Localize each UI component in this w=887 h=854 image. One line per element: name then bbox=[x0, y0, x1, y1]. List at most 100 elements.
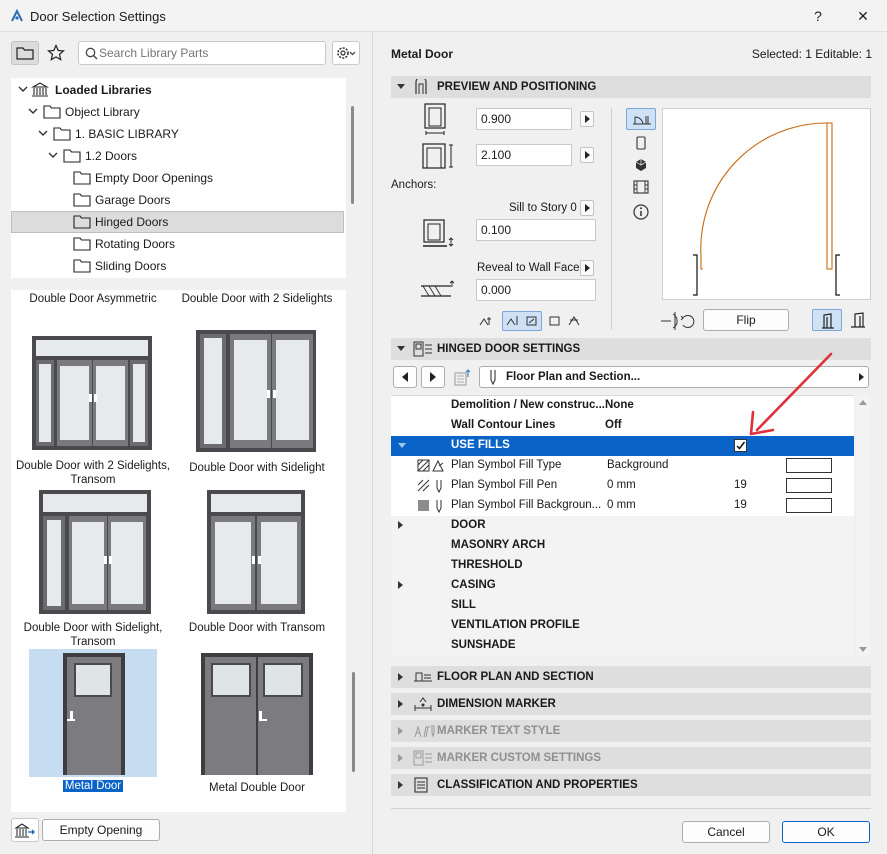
tree-item-rotating-doors[interactable]: Rotating Doors bbox=[11, 233, 344, 255]
mirror-rotate-icon[interactable] bbox=[659, 310, 699, 332]
library-item[interactable]: Double Door with Sidelight bbox=[177, 330, 337, 475]
tree-item-label: 1.2 Doors bbox=[85, 149, 138, 163]
param-group-ventilation-profile[interactable]: VENTILATION PROFILE bbox=[391, 616, 854, 636]
chevron-down-icon[interactable] bbox=[17, 83, 29, 95]
section-view-icon[interactable] bbox=[634, 135, 648, 151]
param-value[interactable]: 0 mm bbox=[607, 499, 636, 511]
ok-button[interactable]: OK bbox=[782, 821, 870, 843]
empty-opening-button[interactable]: Empty Opening bbox=[42, 819, 160, 841]
param-row-use-fills[interactable]: USE FILLS bbox=[391, 436, 854, 456]
library-arrow-icon bbox=[14, 823, 35, 838]
param-group-sill[interactable]: SILL bbox=[391, 596, 854, 616]
prev-page-button[interactable] bbox=[393, 366, 417, 388]
pen-number[interactable]: 19 bbox=[734, 499, 747, 511]
library-item[interactable]: Double Door with 2 Sidelights bbox=[177, 292, 337, 306]
section-preview-positioning[interactable]: PREVIEW AND POSITIONING bbox=[391, 76, 871, 98]
tree-item-garage-doors[interactable]: Garage Doors bbox=[11, 189, 344, 211]
opening-side-left-button[interactable] bbox=[812, 309, 842, 331]
tree-item-basic-library[interactable]: 1. BASIC LIBRARY bbox=[11, 123, 344, 145]
fill-type-swatch[interactable] bbox=[786, 458, 832, 473]
library-item[interactable]: Metal Double Door bbox=[177, 649, 337, 795]
param-value[interactable]: 0 mm bbox=[607, 479, 636, 491]
scroll-up-icon[interactable] bbox=[859, 399, 867, 405]
fill-background-swatch[interactable] bbox=[786, 498, 832, 513]
grid-scrollbar[interactable] bbox=[352, 672, 355, 772]
cancel-button[interactable]: Cancel bbox=[682, 821, 770, 843]
library-item-selected[interactable]: Metal Door bbox=[29, 649, 157, 792]
door-side-right-icon[interactable] bbox=[849, 311, 869, 329]
reveal-anchor-button[interactable] bbox=[580, 260, 594, 276]
flip-button[interactable]: Flip bbox=[703, 309, 789, 331]
elevation-view-icon[interactable] bbox=[632, 179, 650, 195]
chevron-down-icon[interactable] bbox=[27, 105, 39, 117]
scroll-down-icon[interactable] bbox=[859, 647, 867, 653]
param-name: Wall Contour Lines bbox=[451, 419, 556, 431]
library-item[interactable]: Double Door with Sidelight, Transom bbox=[13, 490, 173, 649]
tree-item-sliding-doors[interactable]: Sliding Doors bbox=[11, 255, 344, 277]
tree-item-doors[interactable]: 1.2 Doors bbox=[11, 145, 344, 167]
use-fills-checkbox[interactable] bbox=[734, 439, 747, 452]
param-name: MASONRY ARCH bbox=[451, 539, 546, 551]
help-button[interactable]: ? bbox=[804, 6, 832, 26]
sill-input[interactable]: 0.100 bbox=[476, 219, 596, 241]
anchor-option-1-icon[interactable] bbox=[478, 313, 496, 329]
3d-view-icon[interactable] bbox=[634, 157, 648, 173]
param-value[interactable]: Off bbox=[605, 419, 622, 431]
next-page-button[interactable] bbox=[421, 366, 445, 388]
tree-item-hinged-doors[interactable]: Hinged Doors bbox=[11, 211, 344, 233]
tree-item-object-library[interactable]: Object Library bbox=[11, 101, 344, 123]
section-floor-plan-and-section[interactable]: FLOOR PLAN AND SECTION bbox=[391, 666, 871, 688]
param-group-casing[interactable]: CASING bbox=[391, 576, 854, 596]
door-height-icon bbox=[422, 143, 453, 169]
param-row[interactable]: Plan Symbol Fill Backgroun... 0 mm 19 bbox=[391, 496, 854, 516]
pen-number[interactable]: 19 bbox=[734, 479, 747, 491]
param-group-sunshade[interactable]: SUNSHADE bbox=[391, 636, 854, 656]
library-manager-button[interactable] bbox=[11, 818, 39, 842]
close-button[interactable]: ✕ bbox=[849, 6, 877, 26]
param-value[interactable]: None bbox=[605, 399, 634, 411]
chevron-down-icon bbox=[397, 346, 405, 351]
chevron-down-icon[interactable] bbox=[37, 127, 49, 139]
search-input[interactable] bbox=[99, 45, 319, 61]
library-item[interactable]: Double Door with Transom bbox=[177, 490, 337, 635]
tree-item-empty-door-openings[interactable]: Empty Door Openings bbox=[11, 167, 344, 189]
sill-anchor-button[interactable] bbox=[580, 200, 594, 216]
section-classification-properties[interactable]: CLASSIFICATION AND PROPERTIES bbox=[391, 774, 871, 796]
anchor-option-selected[interactable] bbox=[502, 311, 542, 331]
view-plan-button[interactable] bbox=[626, 108, 656, 130]
height-input[interactable]: 2.100 bbox=[476, 144, 572, 166]
section-title: FLOOR PLAN AND SECTION bbox=[437, 671, 594, 683]
param-group-door[interactable]: DOOR bbox=[391, 516, 854, 536]
chevron-right-icon bbox=[398, 754, 403, 762]
favorites-button[interactable] bbox=[42, 41, 70, 65]
fill-pen-swatch[interactable] bbox=[786, 478, 832, 493]
reveal-input[interactable]: 0.000 bbox=[476, 279, 596, 301]
section-dimension-marker[interactable]: DIMENSION MARKER bbox=[391, 693, 871, 715]
tree-scrollbar[interactable] bbox=[351, 106, 354, 204]
annotation-arrow bbox=[749, 352, 833, 436]
library-settings-button[interactable] bbox=[332, 41, 360, 65]
tree-item-loaded-libraries[interactable]: Loaded Libraries bbox=[11, 79, 344, 101]
preview-separator bbox=[611, 108, 612, 330]
chevron-down-icon[interactable] bbox=[47, 149, 59, 161]
width-input[interactable]: 0.900 bbox=[476, 108, 572, 130]
fill-type-icon bbox=[417, 459, 444, 472]
param-row[interactable]: Plan Symbol Fill Pen 0 mm 19 bbox=[391, 476, 854, 496]
param-group-masonry-arch[interactable]: MASONRY ARCH bbox=[391, 536, 854, 556]
info-icon[interactable] bbox=[632, 203, 650, 221]
folder-view-button[interactable] bbox=[11, 41, 39, 65]
parameter-list-scrollbar[interactable] bbox=[856, 395, 870, 657]
anchor-options bbox=[478, 311, 608, 331]
page-export-icon[interactable] bbox=[453, 368, 473, 386]
width-arrow-button[interactable] bbox=[580, 111, 594, 127]
library-item[interactable]: Double Door with 2 Sidelights, Transom bbox=[13, 330, 173, 487]
library-item[interactable]: Double Door Asymmetric bbox=[13, 292, 173, 306]
param-group-threshold[interactable]: THRESHOLD bbox=[391, 556, 854, 576]
param-value[interactable]: Background bbox=[607, 459, 668, 471]
param-row[interactable]: Plan Symbol Fill Type Background bbox=[391, 456, 854, 476]
height-arrow-button[interactable] bbox=[580, 147, 594, 163]
door-preview-canvas[interactable] bbox=[662, 108, 871, 300]
search-box[interactable] bbox=[78, 41, 326, 65]
anchor-option-4-icon[interactable] bbox=[548, 313, 562, 329]
anchor-option-5-icon[interactable] bbox=[566, 313, 582, 329]
